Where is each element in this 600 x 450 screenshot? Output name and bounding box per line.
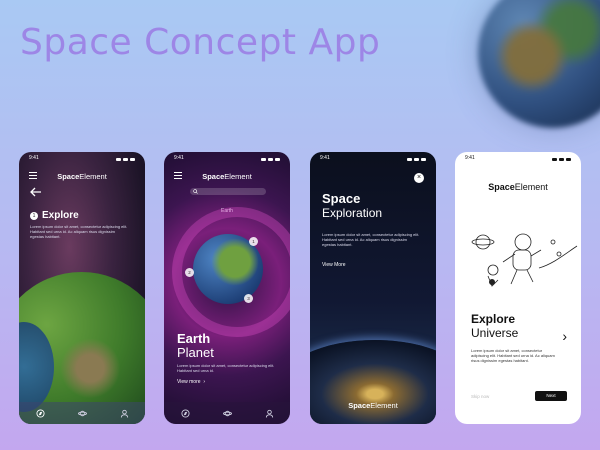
phone-screen-earth: 9:41 SpaceElement Earth 1 2 3 Earth Plan… bbox=[164, 152, 290, 424]
brand-logo: SpaceElement bbox=[488, 182, 548, 192]
space-heading-light: Exploration bbox=[322, 206, 383, 220]
status-bar: 9:41 bbox=[174, 155, 280, 163]
status-time: 9:41 bbox=[465, 155, 475, 161]
skip-link[interactable]: Skip now bbox=[471, 394, 489, 399]
earth-heading-bold: Earth bbox=[177, 331, 211, 346]
menu-icon[interactable] bbox=[174, 172, 182, 179]
hotspot-marker[interactable]: 1 bbox=[249, 237, 258, 246]
space-description: Lorem ipsum dolor sit amet, consectetur … bbox=[322, 232, 420, 247]
hotspot-marker[interactable]: 3 bbox=[244, 294, 253, 303]
page-title: Space Concept App bbox=[20, 22, 381, 63]
phone-screen-explore: 9:41 SpaceElement 1 Explore Lorem ipsum … bbox=[19, 152, 145, 424]
status-bar: 9:41 bbox=[320, 155, 426, 163]
space-heading-bold: Space bbox=[322, 191, 361, 206]
planet-icon[interactable] bbox=[222, 409, 232, 418]
status-icons bbox=[552, 155, 571, 163]
tab-bar bbox=[19, 402, 145, 424]
explore-heading: Explore bbox=[42, 210, 79, 221]
space-heading: Space Exploration bbox=[322, 191, 383, 221]
status-time: 9:41 bbox=[29, 155, 39, 161]
brand-logo: SpaceElement bbox=[57, 171, 107, 181]
compass-icon[interactable] bbox=[180, 408, 190, 418]
explore-heading-row: 1 Explore bbox=[30, 210, 79, 221]
chevron-right-icon[interactable]: › bbox=[562, 328, 567, 344]
brand-logo: SpaceElement bbox=[348, 401, 398, 410]
compass-icon[interactable] bbox=[35, 408, 45, 418]
status-icons bbox=[116, 155, 135, 163]
close-icon[interactable]: × bbox=[414, 173, 424, 183]
user-icon[interactable] bbox=[120, 409, 129, 418]
step-badge: 1 bbox=[30, 211, 38, 220]
status-icons bbox=[407, 155, 426, 163]
status-time: 9:41 bbox=[320, 155, 330, 161]
search-input[interactable] bbox=[190, 188, 266, 195]
back-arrow-icon[interactable] bbox=[30, 187, 42, 197]
status-icons bbox=[261, 155, 280, 163]
top-bar: SpaceElement bbox=[29, 170, 135, 182]
universe-heading: Explore Universe bbox=[471, 312, 518, 340]
planet-icon[interactable] bbox=[77, 409, 87, 418]
phone-screen-space-exploration: 9:41 × Space Exploration Lorem ipsum dol… bbox=[310, 152, 436, 424]
planet-graphic bbox=[478, 0, 600, 128]
view-more-link[interactable]: View more › bbox=[177, 379, 205, 385]
universe-description: Lorem ipsum dolor sit amet, consectetur … bbox=[471, 348, 555, 363]
explore-description: Lorem ipsum dolor sit amet, consectetur … bbox=[30, 224, 128, 239]
hotspot-marker[interactable]: 2 bbox=[185, 268, 194, 277]
phone-screen-explore-universe: 9:41 SpaceElement Explore Universe › Lor… bbox=[455, 152, 581, 424]
universe-heading-bold: Explore bbox=[471, 312, 516, 326]
tab-bar bbox=[164, 402, 290, 424]
earth-heading: Earth Planet bbox=[177, 332, 214, 360]
next-button[interactable]: Next bbox=[535, 391, 567, 401]
view-more-link[interactable]: View More bbox=[322, 262, 346, 268]
earth-description: Lorem ipsum dolor sit amet, consectetur … bbox=[177, 363, 275, 373]
astronaut-illustration bbox=[471, 233, 578, 287]
universe-heading-light: Universe bbox=[471, 326, 519, 340]
user-icon[interactable] bbox=[265, 409, 274, 418]
brand-logo: SpaceElement bbox=[202, 171, 252, 181]
top-bar: SpaceElement bbox=[174, 170, 280, 182]
status-time: 9:41 bbox=[174, 155, 184, 161]
status-bar: 9:41 bbox=[29, 155, 135, 163]
earth-night-image bbox=[310, 340, 436, 424]
earth-heading-light: Planet bbox=[177, 345, 214, 360]
status-bar: 9:41 bbox=[465, 155, 571, 163]
search-icon bbox=[193, 189, 198, 194]
menu-icon[interactable] bbox=[29, 172, 37, 179]
